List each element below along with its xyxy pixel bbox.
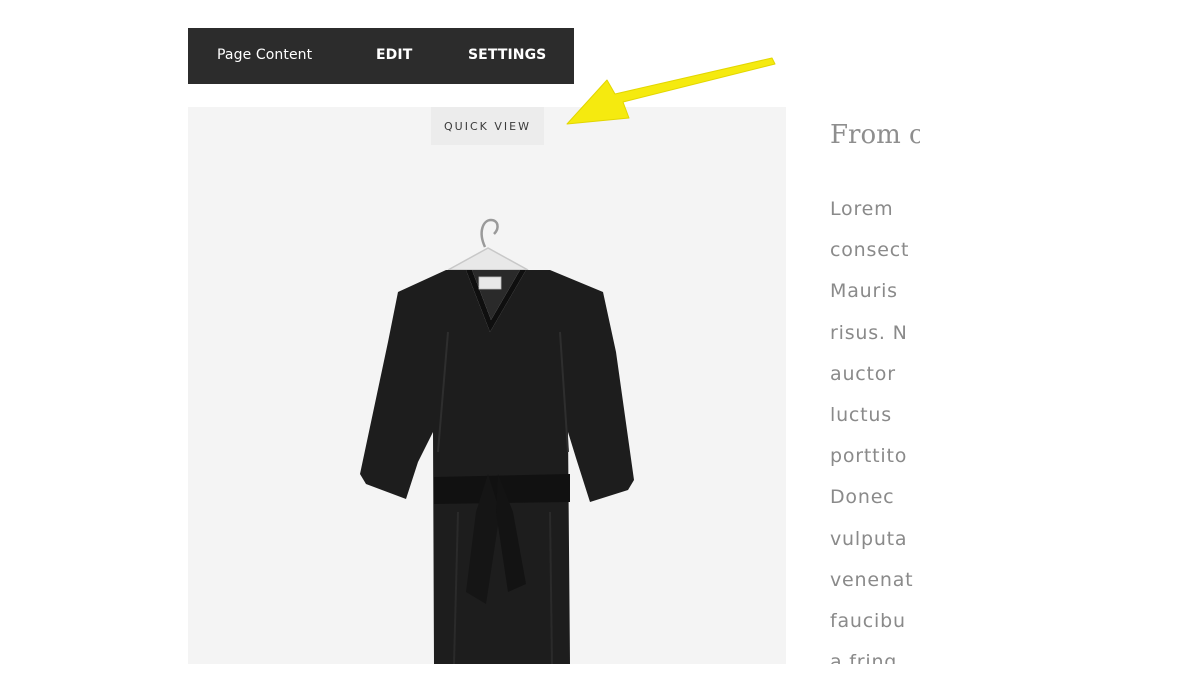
body-line: consect [830, 239, 910, 262]
body-line: a fring [830, 651, 898, 664]
annotation-arrow-icon [566, 57, 776, 125]
body-line: porttito [830, 445, 908, 468]
description-body: Lorem consect Mauris risus. N auctor luc… [830, 197, 913, 664]
garment-tag [478, 276, 502, 290]
product-image [360, 218, 634, 664]
hanger-icon [480, 218, 499, 248]
body-line: luctus [830, 403, 892, 426]
body-line: Donec [830, 486, 895, 509]
description-heading: From c [830, 120, 920, 150]
product-image-panel[interactable]: QUICK VIEW [188, 107, 786, 664]
body-line: auctor [830, 362, 896, 385]
body-line: Lorem [830, 198, 894, 220]
page-content-label: Page Content [217, 47, 313, 63]
body-line: vulputa [830, 527, 908, 550]
body-line: faucibu [830, 609, 906, 632]
body-line: risus. N [830, 321, 908, 344]
body-line: Mauris [830, 280, 898, 303]
body-line: venenat [830, 568, 914, 591]
page-content-toolbar: Page Content EDIT SETTINGS [188, 28, 574, 84]
edit-button[interactable]: EDIT [376, 47, 412, 63]
quick-view-button[interactable]: QUICK VIEW [431, 107, 544, 145]
description-column: From c Lorem consect Mauris risus. N auc… [830, 107, 920, 664]
settings-button[interactable]: SETTINGS [468, 47, 546, 63]
